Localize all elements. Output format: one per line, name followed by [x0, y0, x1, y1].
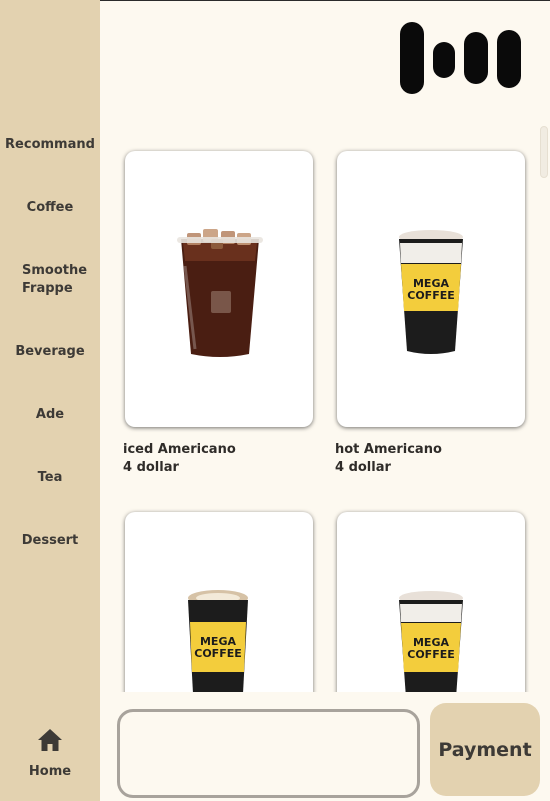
- cup-brand-text: COFFEE: [194, 647, 241, 660]
- home-icon: [38, 729, 62, 751]
- menu-scrollbar[interactable]: [540, 126, 548, 178]
- sidebar-item-tea[interactable]: Tea: [0, 469, 100, 487]
- sidebar-item-ade[interactable]: Ade: [0, 406, 100, 424]
- hot-americano-image: MEGA COFFEE: [399, 230, 463, 354]
- menu-item-name: iced Americano: [123, 442, 236, 457]
- sidebar-item-beverage[interactable]: Beverage: [0, 343, 100, 361]
- menu-item-card[interactable]: MEGA COFFEE: [337, 512, 525, 692]
- menu-grid: iced Americano 4 dollar MEGA COFFEE hot …: [100, 100, 540, 692]
- menu-item-price: 4 dollar: [335, 460, 391, 475]
- sidebar-item-recommand[interactable]: Recommand: [0, 136, 100, 154]
- iced-americano-image: [177, 229, 263, 357]
- menu-item-card[interactable]: MEGA COFFEE: [125, 512, 313, 692]
- home-button[interactable]: Home: [0, 728, 100, 779]
- sidebar: Recommand Coffee Smoothe Frappe Beverage…: [0, 0, 100, 801]
- sidebar-item-dessert[interactable]: Dessert: [0, 532, 100, 550]
- hot-cappuccino-image: MEGA COFFEE: [399, 591, 463, 692]
- menu-item-price: 4 dollar: [123, 460, 179, 475]
- cart-box[interactable]: [117, 709, 420, 798]
- menu-item-card[interactable]: [125, 151, 313, 427]
- cup-brand-text: COFFEE: [407, 648, 454, 661]
- sidebar-item-coffee[interactable]: Coffee: [0, 199, 100, 217]
- brand-logo: [398, 22, 522, 96]
- payment-button[interactable]: Payment: [430, 703, 540, 796]
- hot-latte-image: MEGA COFFEE: [188, 590, 248, 692]
- menu-item-name: hot Americano: [335, 442, 442, 457]
- home-label: Home: [28, 764, 72, 779]
- menu-item-card[interactable]: MEGA COFFEE: [337, 151, 525, 427]
- top-border: [100, 0, 550, 1]
- cup-brand-text: COFFEE: [407, 289, 454, 302]
- sidebar-item-smoothe-frappe[interactable]: Smoothe Frappe: [0, 262, 100, 298]
